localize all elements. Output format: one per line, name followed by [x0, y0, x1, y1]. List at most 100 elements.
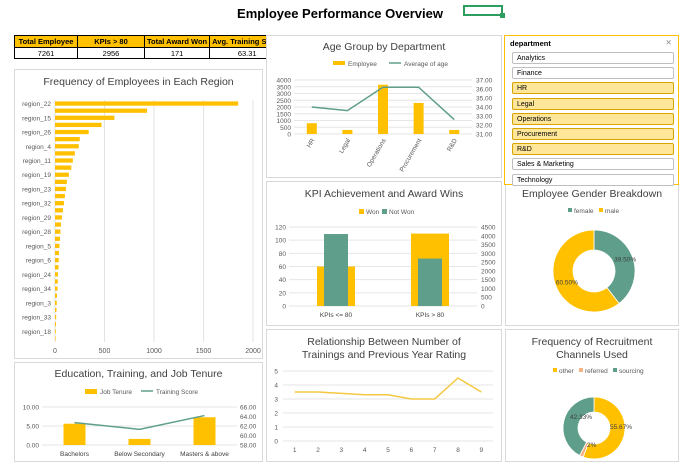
region-bar — [55, 272, 58, 277]
legend-swatch-employee — [333, 61, 345, 65]
category-label: KPIs <= 80 — [320, 312, 353, 319]
legend-swatch-sourcing — [613, 368, 617, 372]
slicer-item[interactable]: Sales & Marketing — [512, 158, 674, 171]
age-bar — [306, 123, 317, 134]
region-label: region_26 — [22, 130, 51, 137]
y-tick: 5 — [274, 369, 278, 376]
region-label: region_23 — [22, 186, 51, 193]
y-right-tick: 4500 — [481, 225, 496, 232]
category-label: HR — [306, 137, 317, 149]
y-right-tick: 3000 — [481, 251, 496, 258]
x-tick: 3 — [340, 447, 344, 454]
slicer-item[interactable]: Analytics — [512, 52, 674, 64]
y-left-tick: 5.00 — [26, 424, 39, 431]
kpi-combo-chart: Won Not Won 0 20 40 60 80 100 120 0 500 1000 1500 200… — [275, 209, 496, 319]
age-bar — [449, 129, 460, 134]
region-bar — [55, 314, 57, 320]
rating-line-chart: 0 1 2 3 4 5 1 2 3 4 5 6 7 8 9 — [274, 369, 493, 454]
region-bar — [55, 279, 58, 284]
kpi-chart-panel[interactable]: KPI Achievement and Award Wins Won Not Wo… — [266, 181, 502, 326]
y-right-tick: 2000 — [481, 268, 496, 275]
region-chart-panel[interactable]: Frequency of Employees in Each Region 05… — [14, 69, 263, 359]
education-chart-panel[interactable]: Education, Training, and Job Tenure Job … — [14, 362, 263, 462]
gender-chart-panel[interactable]: Employee Gender Breakdown female male 39.5… — [505, 181, 679, 326]
slicer-title: department — [510, 39, 551, 48]
tenure-bar — [63, 423, 86, 445]
y-left-tick: 10.00 — [23, 405, 40, 412]
legend-swatch-other — [553, 368, 557, 372]
region-bar — [55, 265, 59, 270]
region-label: region_15 — [22, 115, 51, 122]
region-bar — [55, 165, 72, 170]
slicer-item[interactable]: Finance — [512, 67, 674, 80]
cell-selection-marker[interactable] — [463, 5, 505, 18]
y-right-tick: 3500 — [481, 242, 496, 249]
region-bar — [55, 122, 102, 128]
region-label: region_18 — [22, 329, 51, 336]
y-right-tick: 1500 — [481, 277, 496, 284]
y-right-tick: 33.00 — [476, 114, 493, 121]
tenure-bar — [128, 438, 151, 445]
training-line — [74, 414, 205, 431]
legend-swatch-male — [599, 208, 603, 212]
legend-swatch-won — [359, 209, 364, 214]
region-label: region_33 — [22, 315, 51, 322]
y-left-tick: 120 — [275, 225, 286, 232]
region-bar — [55, 201, 64, 206]
not-won-bar — [324, 234, 348, 306]
department-slicer[interactable]: department ⨯ Analytics Finance HR Legal Oper… — [504, 35, 679, 186]
region-bar — [55, 243, 60, 249]
y-right-tick: 1000 — [481, 286, 496, 293]
region-bar — [55, 293, 57, 298]
region-bar — [55, 229, 61, 234]
category-label: Legal — [338, 137, 352, 155]
rating-line — [294, 377, 482, 400]
x-tick: 4 — [363, 447, 367, 454]
region-bar — [55, 129, 89, 135]
age-bar — [342, 129, 353, 134]
slice-label: 2% — [587, 442, 597, 449]
gender-donut-chart: female male 39.50% 60.50% — [552, 208, 636, 313]
category-label: Below Secondary — [114, 451, 165, 458]
recruit-chart-panel[interactable]: Frequency of Recruitment Channels Used o… — [505, 329, 679, 462]
region-bar — [55, 208, 63, 213]
legend-male: male — [605, 208, 619, 215]
region-label: region_6 — [26, 258, 52, 265]
y-right-tick: 0 — [481, 304, 485, 311]
region-bar — [55, 144, 79, 149]
y-right-tick: 500 — [481, 295, 492, 302]
legend-swatch-female — [568, 208, 572, 212]
y-tick: 0 — [274, 439, 278, 446]
slicer-item[interactable]: Legal — [512, 97, 674, 110]
region-bar — [55, 322, 56, 327]
region-bar — [55, 250, 59, 256]
y-left-tick: 2500 — [277, 98, 292, 105]
region-label: region_28 — [22, 229, 51, 236]
y-left-tick: 1000 — [277, 118, 292, 125]
x-tick-label: 500 — [99, 348, 111, 355]
slicer-item[interactable]: HR — [512, 82, 674, 95]
kpi-header-kpis: KPIs > 80 — [77, 35, 145, 48]
kpi-summary-table: Total Employee KPIs > 80 Total Award Won… — [14, 35, 286, 59]
region-bar — [55, 137, 80, 142]
x-tick-label: 1000 — [146, 348, 162, 355]
region-bar — [55, 186, 66, 192]
rating-chart-panel[interactable]: Relationship Between Number of Trainings… — [266, 329, 502, 462]
clear-filter-icon[interactable]: ⨯ — [665, 38, 672, 47]
x-tick: 2 — [316, 447, 320, 454]
kpi-header-total-employee: Total Employee — [14, 35, 78, 48]
y-left-tick: 4000 — [277, 78, 292, 85]
kpi-value-awards: 171 — [143, 47, 211, 59]
y-right-tick: 58.00 — [240, 443, 257, 450]
region-bar — [55, 151, 75, 156]
age-chart-panel[interactable]: Age Group by Department Employee Average … — [266, 35, 502, 178]
y-right-tick: 60.00 — [240, 433, 257, 440]
slicer-item[interactable]: Operations — [512, 112, 674, 125]
y-tick: 1 — [274, 425, 278, 432]
region-label: region_3 — [26, 300, 52, 307]
region-label: region_29 — [22, 215, 51, 222]
not-won-bar — [418, 258, 442, 306]
slicer-item[interactable]: R&D — [512, 143, 674, 156]
slicer-item[interactable]: Technology — [512, 173, 674, 186]
slicer-item[interactable]: Procurement — [512, 128, 674, 140]
